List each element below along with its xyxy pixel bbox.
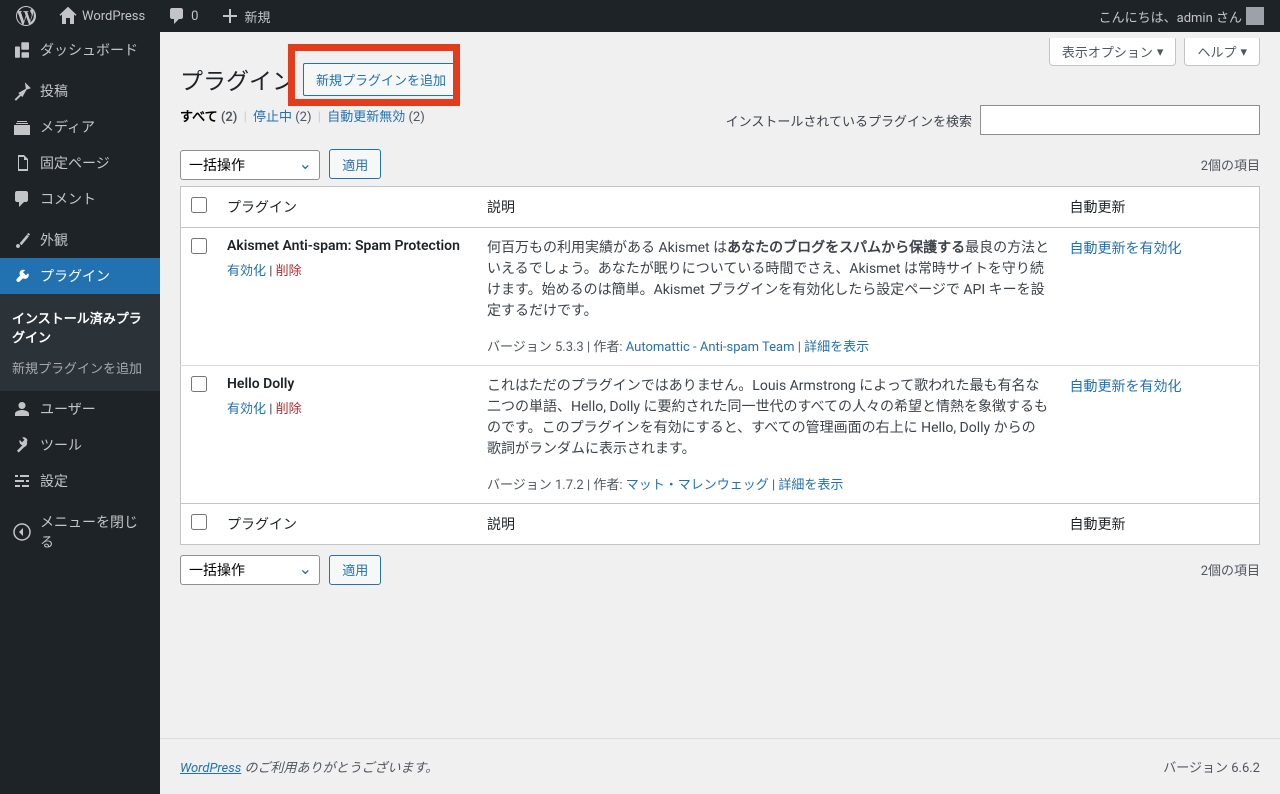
plugin-description: これはただのプラグインではありません。Louis Armstrong によって歌… (487, 376, 1050, 460)
sidebar-item-settings[interactable]: 設定 (0, 463, 160, 499)
chevron-down-icon: ▾ (1157, 44, 1164, 60)
sidebar-item-pages[interactable]: 固定ページ (0, 145, 160, 181)
site-name: WordPress (82, 9, 145, 24)
filter-auto-update-off[interactable]: 自動更新無効 (2) (327, 110, 425, 125)
wp-logo[interactable] (8, 0, 44, 32)
home-icon (58, 6, 78, 26)
chevron-down-icon: ▾ (1240, 44, 1247, 60)
filter-all[interactable]: すべて (2) (180, 110, 237, 125)
activate-link[interactable]: 有効化 (227, 264, 266, 279)
comments-link[interactable]: 0 (159, 0, 206, 32)
sidebar-item-comments[interactable]: コメント (0, 181, 160, 217)
row-checkbox[interactable] (191, 376, 207, 392)
add-new-plugin-button[interactable]: 新規プラグインを追加 (303, 63, 459, 96)
wrench-icon (12, 435, 32, 455)
sidebar-submenu-plugins: インストール済みプラグイン 新規プラグインを追加 (0, 294, 160, 391)
item-count-bottom: 2個の項目 (1201, 560, 1260, 579)
col-auto-update[interactable]: 自動更新 (1060, 503, 1260, 544)
details-link[interactable]: 詳細を表示 (804, 340, 869, 355)
media-icon (12, 117, 32, 137)
sidebar-item-posts[interactable]: 投稿 (0, 73, 160, 109)
admin-footer: WordPress のご利用ありがとうございます。 バージョン 6.6.2 (160, 738, 1280, 794)
filter-inactive[interactable]: 停止中 (2) (253, 110, 312, 125)
wordpress-icon (16, 6, 36, 26)
new-content-link[interactable]: 新規 (212, 0, 278, 32)
col-description: 説明 (477, 503, 1060, 544)
plus-icon (220, 6, 240, 26)
admin-sidebar: ダッシュボード 投稿 メディア 固定ページ コメント 外観 プラグイン インスト… (0, 32, 160, 794)
activate-link[interactable]: 有効化 (227, 402, 266, 417)
sidebar-item-appearance[interactable]: 外観 (0, 222, 160, 258)
col-description: 説明 (477, 186, 1060, 227)
table-row: Akismet Anti-spam: Spam Protection 有効化 |… (181, 227, 1260, 365)
plugin-name: Akismet Anti-spam: Spam Protection (227, 238, 467, 254)
admin-topbar: WordPress 0 新規 こんにちは、admin さん (0, 0, 1280, 32)
sidebar-item-tools[interactable]: ツール (0, 427, 160, 463)
plug-icon (12, 266, 32, 286)
col-auto-update[interactable]: 自動更新 (1060, 186, 1260, 227)
version-text: バージョン 6.6.2 (1163, 757, 1260, 776)
dashboard-icon (12, 40, 32, 60)
page-title: プラグイン (180, 62, 295, 96)
author-link[interactable]: マット・マレンウェッグ (626, 478, 769, 493)
user-greeting[interactable]: こんにちは、admin さん (1091, 0, 1272, 32)
apply-bulk-button-bottom[interactable]: 適用 (329, 555, 381, 585)
sidebar-item-dashboard[interactable]: ダッシュボード (0, 32, 160, 68)
search-label: インストールされているプラグインを検索 (726, 111, 972, 130)
sidebar-item-media[interactable]: メディア (0, 109, 160, 145)
delete-link[interactable]: 削除 (276, 264, 302, 279)
users-icon (12, 399, 32, 419)
enable-auto-update-link[interactable]: 自動更新を有効化 (1070, 379, 1182, 395)
brush-icon (12, 230, 32, 250)
details-link[interactable]: 詳細を表示 (778, 478, 843, 493)
bulk-action-select[interactable]: 一括操作 (180, 150, 320, 180)
avatar (1246, 7, 1264, 25)
sidebar-subitem-add-plugin[interactable]: 新規プラグインを追加 (0, 352, 160, 383)
plugin-meta: バージョン 5.3.3 | 作者: Automattic - Anti-spam… (487, 336, 1050, 355)
sidebar-item-plugins[interactable]: プラグイン (0, 258, 160, 294)
item-count: 2個の項目 (1201, 155, 1260, 174)
apply-bulk-button[interactable]: 適用 (329, 149, 381, 179)
plugin-description: 何百万もの利用実績がある Akismet はあなたのブログをスパムから保護する最… (487, 238, 1050, 322)
sliders-icon (12, 471, 32, 491)
select-all-checkbox[interactable] (191, 197, 207, 213)
site-home-link[interactable]: WordPress (50, 0, 153, 32)
sidebar-item-users[interactable]: ユーザー (0, 391, 160, 427)
sidebar-subitem-installed-plugins[interactable]: インストール済みプラグイン (0, 302, 160, 352)
col-plugin[interactable]: プラグイン (217, 186, 477, 227)
wordpress-link[interactable]: WordPress (180, 761, 241, 776)
bulk-action-select-bottom[interactable]: 一括操作 (180, 555, 320, 585)
plugin-search-input[interactable] (980, 105, 1260, 135)
select-all-checkbox-bottom[interactable] (191, 514, 207, 530)
col-plugin[interactable]: プラグイン (217, 503, 477, 544)
author-link[interactable]: Automattic - Anti-spam Team (626, 340, 795, 355)
row-checkbox[interactable] (191, 238, 207, 254)
table-row: Hello Dolly 有効化 | 削除 これはただのプラグインではありません。… (181, 365, 1260, 503)
comment-icon (167, 6, 187, 26)
plugin-name: Hello Dolly (227, 376, 467, 392)
page-icon (12, 153, 32, 173)
enable-auto-update-link[interactable]: 自動更新を有効化 (1070, 241, 1182, 257)
plugins-table: プラグイン 説明 自動更新 Akismet Anti-spam: Spam Pr… (180, 186, 1260, 545)
new-label: 新規 (244, 7, 270, 26)
plugin-meta: バージョン 1.7.2 | 作者: マット・マレンウェッグ | 詳細を表示 (487, 474, 1050, 493)
pin-icon (12, 81, 32, 101)
delete-link[interactable]: 削除 (276, 402, 302, 417)
sidebar-collapse[interactable]: メニューを閉じる (0, 504, 160, 560)
collapse-icon (12, 522, 32, 542)
comment-icon (12, 189, 32, 209)
comment-count: 0 (191, 9, 198, 24)
